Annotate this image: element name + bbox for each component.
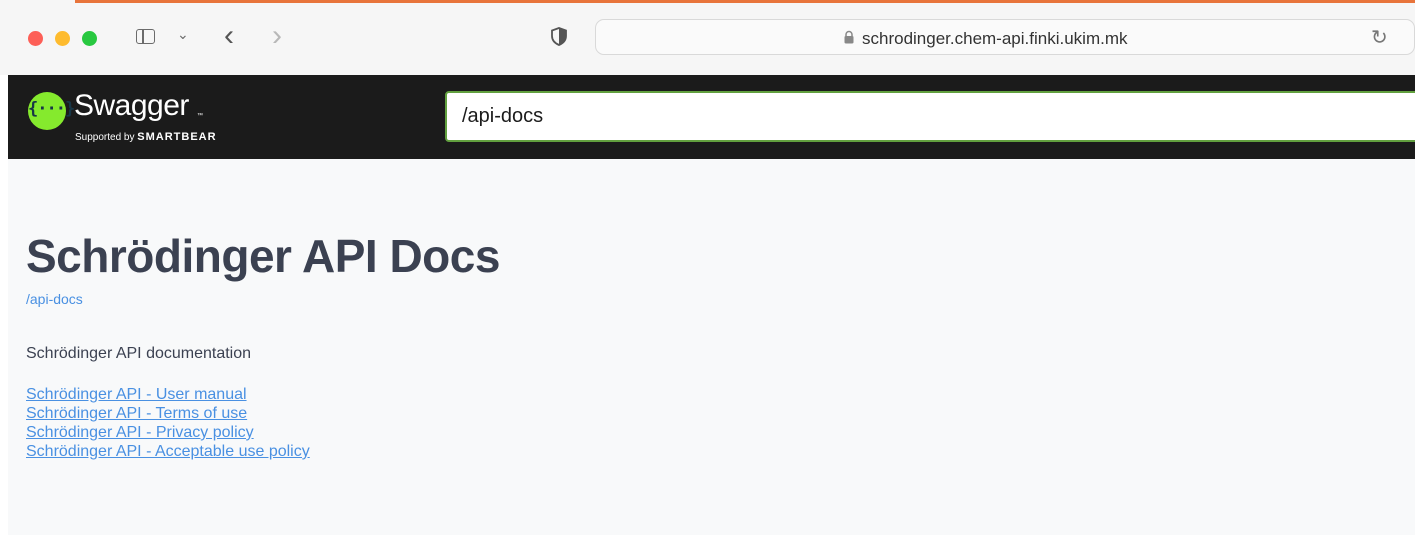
browser-toolbar: ⌄ ‹ › schrodinger.chem-api.finki.ukim.mk… — [0, 0, 1415, 75]
api-description: Schrödinger API documentation — [26, 345, 252, 362]
zoom-window-button[interactable] — [82, 31, 97, 46]
address-bar[interactable]: schrodinger.chem-api.finki.ukim.mk ↻ — [595, 19, 1415, 55]
swagger-topbar: {···} Swagger ™ Supported by SMARTBEAR /… — [8, 75, 1415, 159]
back-arrow-icon[interactable]: ‹ — [224, 19, 234, 53]
privacy-policy-link[interactable]: Schrödinger API - Privacy policy — [26, 423, 310, 442]
supported-by-text: Supported by — [75, 132, 135, 143]
logo-trademark: ™ — [197, 113, 203, 119]
info-links: Schrödinger API - User manual Schrödinge… — [26, 385, 310, 461]
minimize-window-button[interactable] — [55, 31, 70, 46]
close-window-button[interactable] — [28, 31, 43, 46]
logo-symbol: {···} — [28, 99, 75, 119]
reload-icon[interactable]: ↻ — [1371, 25, 1388, 50]
shield-icon[interactable] — [551, 27, 567, 46]
user-manual-link[interactable]: Schrödinger API - User manual — [26, 385, 310, 404]
base-url-link[interactable]: /api-docs — [26, 291, 83, 307]
logo-wordmark[interactable]: Swagger — [74, 89, 189, 123]
terms-of-use-link[interactable]: Schrödinger API - Terms of use — [26, 404, 310, 423]
tab-accent-bar — [75, 0, 1415, 3]
definition-url-input[interactable]: /api-docs — [445, 91, 1415, 142]
acceptable-use-policy-link[interactable]: Schrödinger API - Acceptable use policy — [26, 442, 310, 461]
api-info-section: Schrödinger API Docs /api-docs Schröding… — [8, 159, 1415, 535]
lock-icon — [844, 30, 854, 44]
page-title: Schrödinger API Docs — [26, 230, 500, 282]
swagger-logo-icon[interactable]: {···} — [28, 92, 75, 130]
address-text: schrodinger.chem-api.finki.ukim.mk — [862, 29, 1128, 48]
sidebar-icon[interactable] — [136, 29, 155, 44]
forward-arrow-icon[interactable]: › — [272, 19, 282, 53]
smartbear-text: SMARTBEAR — [137, 131, 217, 143]
chevron-down-icon[interactable]: ⌄ — [177, 26, 189, 43]
logo-tagline: Supported by SMARTBEAR — [75, 131, 217, 143]
